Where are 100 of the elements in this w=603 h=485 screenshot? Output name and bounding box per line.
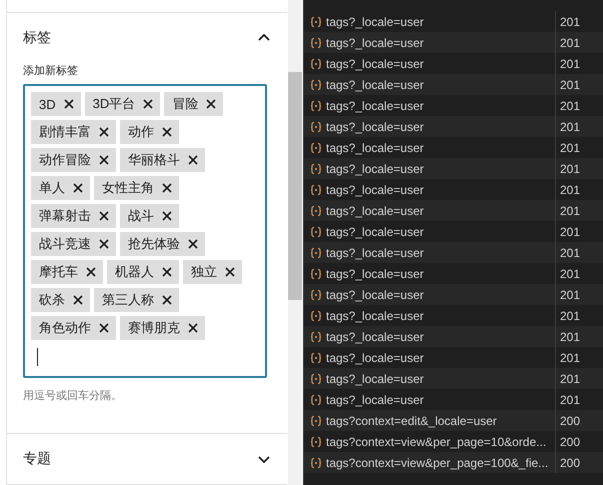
request-name[interactable]: tags?_locale=user — [326, 162, 424, 176]
request-name[interactable]: tags?_locale=user — [326, 308, 424, 322]
request-name[interactable]: tags?_locale=user — [326, 14, 424, 28]
tag-label: 角色动作 — [39, 319, 91, 337]
close-icon[interactable] — [162, 183, 172, 193]
request-name[interactable]: tags?context=view&per_page=10&orde... — [326, 434, 546, 448]
tag-label: 剧情丰富 — [39, 123, 91, 141]
request-name[interactable]: tags?_locale=user — [326, 246, 424, 260]
status-code: 201 — [559, 204, 580, 218]
braces-icon — [310, 268, 322, 280]
close-icon[interactable] — [99, 323, 109, 333]
close-icon[interactable] — [143, 99, 154, 109]
braces-icon — [310, 58, 322, 70]
close-icon[interactable] — [73, 183, 83, 193]
status-code: 200 — [559, 414, 580, 428]
close-icon[interactable] — [162, 127, 172, 137]
status-code: 201 — [559, 308, 580, 322]
braces-icon — [310, 288, 322, 300]
braces-icon — [310, 100, 322, 112]
request-name[interactable]: tags?_locale=user — [326, 182, 424, 196]
tag-label: 摩托车 — [39, 263, 78, 281]
request-name[interactable]: tags?_locale=user — [326, 224, 424, 238]
close-icon[interactable] — [188, 239, 198, 249]
tag-label: 弹幕射击 — [39, 207, 91, 225]
close-icon[interactable] — [99, 211, 109, 221]
close-icon[interactable] — [64, 99, 74, 109]
braces-icon — [310, 120, 322, 132]
tag-label: 华丽格斗 — [128, 151, 180, 169]
close-icon[interactable] — [99, 239, 109, 249]
braces-icon — [310, 184, 322, 196]
request-name[interactable]: tags?context=view&per_page=100&_fie... — [326, 456, 548, 470]
braces-icon — [310, 414, 322, 426]
tag-label: 3D平台 — [92, 95, 136, 113]
status-code: 201 — [559, 266, 580, 280]
tag-input-field[interactable]: 3D 3D平台 冒险 剧情丰富 动作 动作冒险 华丽格斗 单人 女性主角 弹幕射击 战斗 战斗竞速 抢先体验 摩托车 机器人 独立 砍杀 第三人称 角色动作 赛博朋克 — [23, 84, 267, 378]
close-icon[interactable] — [86, 267, 96, 277]
braces-icon — [310, 436, 322, 448]
request-name[interactable]: tags?context=edit&_locale=user — [326, 414, 497, 428]
request-name[interactable]: tags?_locale=user — [326, 330, 424, 344]
request-name[interactable]: tags?_locale=user — [326, 78, 424, 92]
request-name[interactable]: tags?_locale=user — [326, 140, 424, 154]
status-code: 200 — [559, 456, 580, 470]
status-code: 201 — [559, 162, 580, 176]
braces-icon — [310, 162, 322, 174]
braces-icon — [310, 78, 322, 90]
status-code: 201 — [559, 392, 580, 406]
close-icon[interactable] — [188, 323, 198, 333]
close-icon[interactable] — [99, 127, 109, 137]
help-text: 用逗号或回车分隔。 — [23, 389, 123, 403]
close-icon[interactable] — [162, 211, 172, 221]
status-code: 200 — [559, 434, 580, 448]
braces-icon — [310, 352, 322, 364]
tag-label: 抢先体验 — [128, 235, 180, 253]
tag-label: 动作 — [128, 123, 154, 141]
tag-label: 战斗竞速 — [39, 235, 91, 253]
braces-icon — [310, 310, 322, 322]
request-name[interactable]: tags?_locale=user — [326, 204, 424, 218]
request-name[interactable]: tags?_locale=user — [326, 98, 424, 112]
section-title[interactable]: 专题 — [23, 450, 51, 468]
braces-icon — [310, 204, 322, 216]
braces-icon — [310, 456, 322, 468]
status-code: 201 — [559, 14, 580, 28]
status-code: 201 — [559, 224, 580, 238]
status-code: 201 — [559, 78, 580, 92]
close-icon[interactable] — [162, 295, 172, 305]
request-name[interactable]: tags?_locale=user — [326, 392, 424, 406]
close-icon[interactable] — [206, 99, 216, 109]
status-code: 201 — [559, 246, 580, 260]
close-icon[interactable] — [188, 155, 198, 165]
braces-icon — [310, 226, 322, 238]
status-code: 201 — [559, 350, 580, 364]
scrollbar[interactable] — [288, 0, 302, 485]
status-code: 201 — [559, 288, 580, 302]
request-name[interactable]: tags?_locale=user — [326, 56, 424, 70]
request-name[interactable]: tags?_locale=user — [326, 36, 424, 50]
close-icon[interactable] — [73, 295, 83, 305]
tag-label: 3D — [39, 96, 56, 112]
braces-icon — [310, 246, 322, 258]
status-code: 201 — [559, 140, 580, 154]
status-code: 201 — [559, 98, 580, 112]
braces-icon — [310, 142, 322, 154]
tag-label: 女性主角 — [102, 179, 154, 197]
request-name[interactable]: tags?_locale=user — [326, 288, 424, 302]
section-title[interactable]: 标签 — [23, 29, 51, 47]
braces-icon — [310, 36, 322, 48]
tag-label: 独立 — [191, 263, 217, 281]
tag-label: 单人 — [39, 179, 65, 197]
close-icon[interactable] — [162, 267, 172, 277]
tag-label: 冒险 — [172, 95, 198, 113]
tag-label: 动作冒险 — [39, 151, 91, 169]
request-name[interactable]: tags?_locale=user — [326, 372, 424, 386]
close-icon[interactable] — [99, 155, 109, 165]
status-code: 201 — [559, 182, 580, 196]
tag-label: 第三人称 — [102, 291, 154, 309]
request-name[interactable]: tags?_locale=user — [326, 266, 424, 280]
braces-icon — [310, 394, 322, 406]
request-name[interactable]: tags?_locale=user — [326, 120, 424, 134]
request-name[interactable]: tags?_locale=user — [326, 350, 424, 364]
close-icon[interactable] — [225, 267, 235, 277]
braces-icon — [310, 16, 322, 28]
